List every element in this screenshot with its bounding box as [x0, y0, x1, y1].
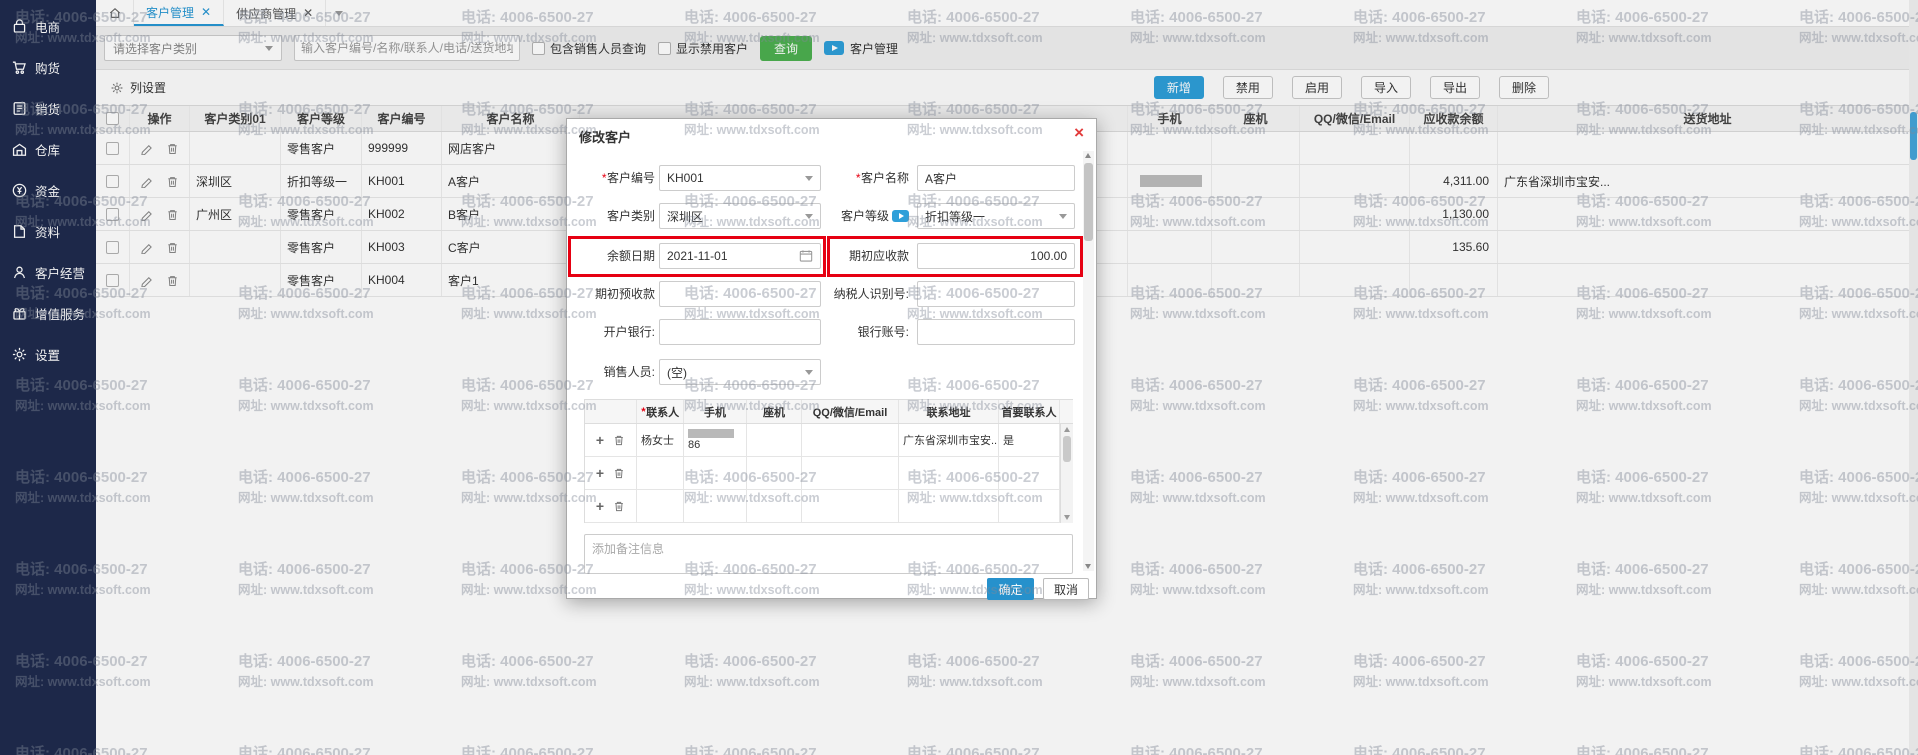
- chevron-down-icon: [805, 214, 813, 219]
- edit-customer-modal: 修改客户 × *客户编号 KH001 *客户名称 客户类别 深圳区 客户等级 折…: [566, 118, 1097, 599]
- contact-primary: [999, 490, 1060, 522]
- contact-col-qq: QQ/微信/Email: [802, 400, 899, 423]
- bank-input[interactable]: [659, 319, 821, 345]
- contact-name: [637, 490, 684, 522]
- scroll-down-icon[interactable]: [1085, 564, 1091, 569]
- contact-address: 广东省深圳市宝安..: [899, 424, 999, 456]
- customer-grade-label: 客户等级: [813, 203, 909, 229]
- contact-col-landline: 座机: [747, 400, 802, 423]
- tax-id-input[interactable]: [917, 281, 1075, 307]
- chevron-down-icon: [1059, 214, 1067, 219]
- trash-icon[interactable]: [613, 500, 625, 512]
- form-row: *客户编号 KH001 *客户名称: [571, 165, 1084, 191]
- contact-mobile-partial: 86: [688, 439, 700, 451]
- balance-date-input[interactable]: 2021-11-01: [659, 243, 821, 269]
- initial-receivable-input[interactable]: 100.00: [917, 243, 1075, 269]
- salesperson-value: (空): [667, 364, 687, 381]
- contact-name: [637, 457, 684, 489]
- contact-row: +: [585, 457, 1073, 490]
- balance-date-label: 余额日期: [571, 243, 655, 269]
- remark-textarea[interactable]: [584, 534, 1073, 574]
- contact-col-name: *联系人: [637, 400, 684, 423]
- contact-mobile: [684, 490, 747, 522]
- contact-col-actions: [585, 400, 637, 423]
- bank-account-label: 银行账号:: [831, 319, 909, 345]
- contacts-scrollbar[interactable]: [1060, 424, 1073, 523]
- scroll-up-icon[interactable]: [1085, 153, 1091, 158]
- form-row: 销售人员: (空): [571, 359, 1084, 385]
- contact-col-address: 联系地址: [899, 400, 999, 423]
- contacts-header: *联系人 手机 座机 QQ/微信/Email 联系地址 首要联系人: [585, 400, 1073, 424]
- customer-grade-value: 折扣等级一: [925, 208, 985, 225]
- redacted-mobile-block: [688, 429, 734, 438]
- scroll-up-icon[interactable]: [1064, 427, 1070, 432]
- modal-scrollbar[interactable]: [1083, 151, 1094, 571]
- add-contact-icon[interactable]: +: [596, 466, 604, 480]
- bank-account-input[interactable]: [917, 319, 1075, 345]
- customer-grade-select[interactable]: 折扣等级一: [917, 203, 1075, 229]
- trash-icon[interactable]: [613, 467, 625, 479]
- contact-row: + 杨女士 86 广东省深圳市宝安.. 是: [585, 424, 1073, 457]
- form-row: 开户银行: 银行账号:: [571, 319, 1084, 345]
- chevron-down-icon: [805, 176, 813, 181]
- form-row: 客户类别 深圳区 客户等级 折扣等级一: [571, 203, 1084, 229]
- modal-close-icon[interactable]: ×: [1074, 123, 1084, 143]
- customer-code-select[interactable]: KH001: [659, 165, 821, 191]
- calendar-icon[interactable]: [799, 249, 813, 263]
- customer-name-label: *客户名称: [831, 165, 909, 191]
- customer-category-label: 客户类别: [571, 203, 655, 229]
- contact-mobile: [684, 457, 747, 489]
- bank-label: 开户银行:: [571, 319, 655, 345]
- contact-mobile: 86: [684, 424, 747, 456]
- contact-landline: [747, 490, 802, 522]
- customer-code-label: *客户编号: [571, 165, 655, 191]
- initial-receivable-label: 期初应收款: [831, 243, 909, 269]
- cancel-button[interactable]: 取消: [1043, 578, 1089, 600]
- salesperson-label: 销售人员:: [571, 359, 655, 385]
- contact-row: +: [585, 490, 1073, 523]
- contacts-scrollbar-thumb[interactable]: [1063, 436, 1071, 462]
- contact-qq: [802, 457, 899, 489]
- contact-qq: [802, 490, 899, 522]
- tax-id-label: 纳税人识别号:: [821, 281, 909, 307]
- video-play-icon[interactable]: [892, 210, 909, 222]
- contact-address: [899, 490, 999, 522]
- customer-code-value: KH001: [667, 171, 704, 185]
- contact-col-mobile: 手机: [684, 400, 747, 423]
- form-row: 余额日期 2021-11-01 期初应收款 100.00: [571, 243, 1084, 269]
- app-window: 电商 购货 销货 仓库 资金 资料 客户经营 增值服务: [0, 0, 1918, 755]
- salesperson-select[interactable]: (空): [659, 359, 821, 385]
- initial-prepaid-input[interactable]: [659, 281, 821, 307]
- contact-address: [899, 457, 999, 489]
- contact-primary: 是: [999, 424, 1060, 456]
- contacts-table: *联系人 手机 座机 QQ/微信/Email 联系地址 首要联系人 + 杨女士 …: [584, 399, 1073, 523]
- confirm-button[interactable]: 确定: [987, 578, 1034, 600]
- contact-primary: [999, 457, 1060, 489]
- customer-name-input[interactable]: [917, 165, 1075, 191]
- contact-col-primary: 首要联系人: [999, 400, 1060, 423]
- customer-category-value: 深圳区: [667, 208, 703, 225]
- contact-landline: [747, 457, 802, 489]
- contact-qq: [802, 424, 899, 456]
- chevron-down-icon: [805, 370, 813, 375]
- initial-receivable-value: 100.00: [1030, 249, 1067, 263]
- customer-category-select[interactable]: 深圳区: [659, 203, 821, 229]
- initial-prepaid-label: 期初预收款: [571, 281, 655, 307]
- balance-date-value: 2021-11-01: [667, 249, 728, 263]
- trash-icon[interactable]: [613, 434, 625, 446]
- modal-title: 修改客户: [579, 127, 631, 146]
- contact-name: 杨女士: [637, 424, 684, 456]
- add-contact-icon[interactable]: +: [596, 433, 604, 447]
- modal-scrollbar-thumb[interactable]: [1084, 163, 1093, 241]
- contact-landline: [747, 424, 802, 456]
- scroll-down-icon[interactable]: [1064, 515, 1070, 520]
- add-contact-icon[interactable]: +: [596, 499, 604, 513]
- form-row: 期初预收款 纳税人识别号:: [571, 281, 1084, 307]
